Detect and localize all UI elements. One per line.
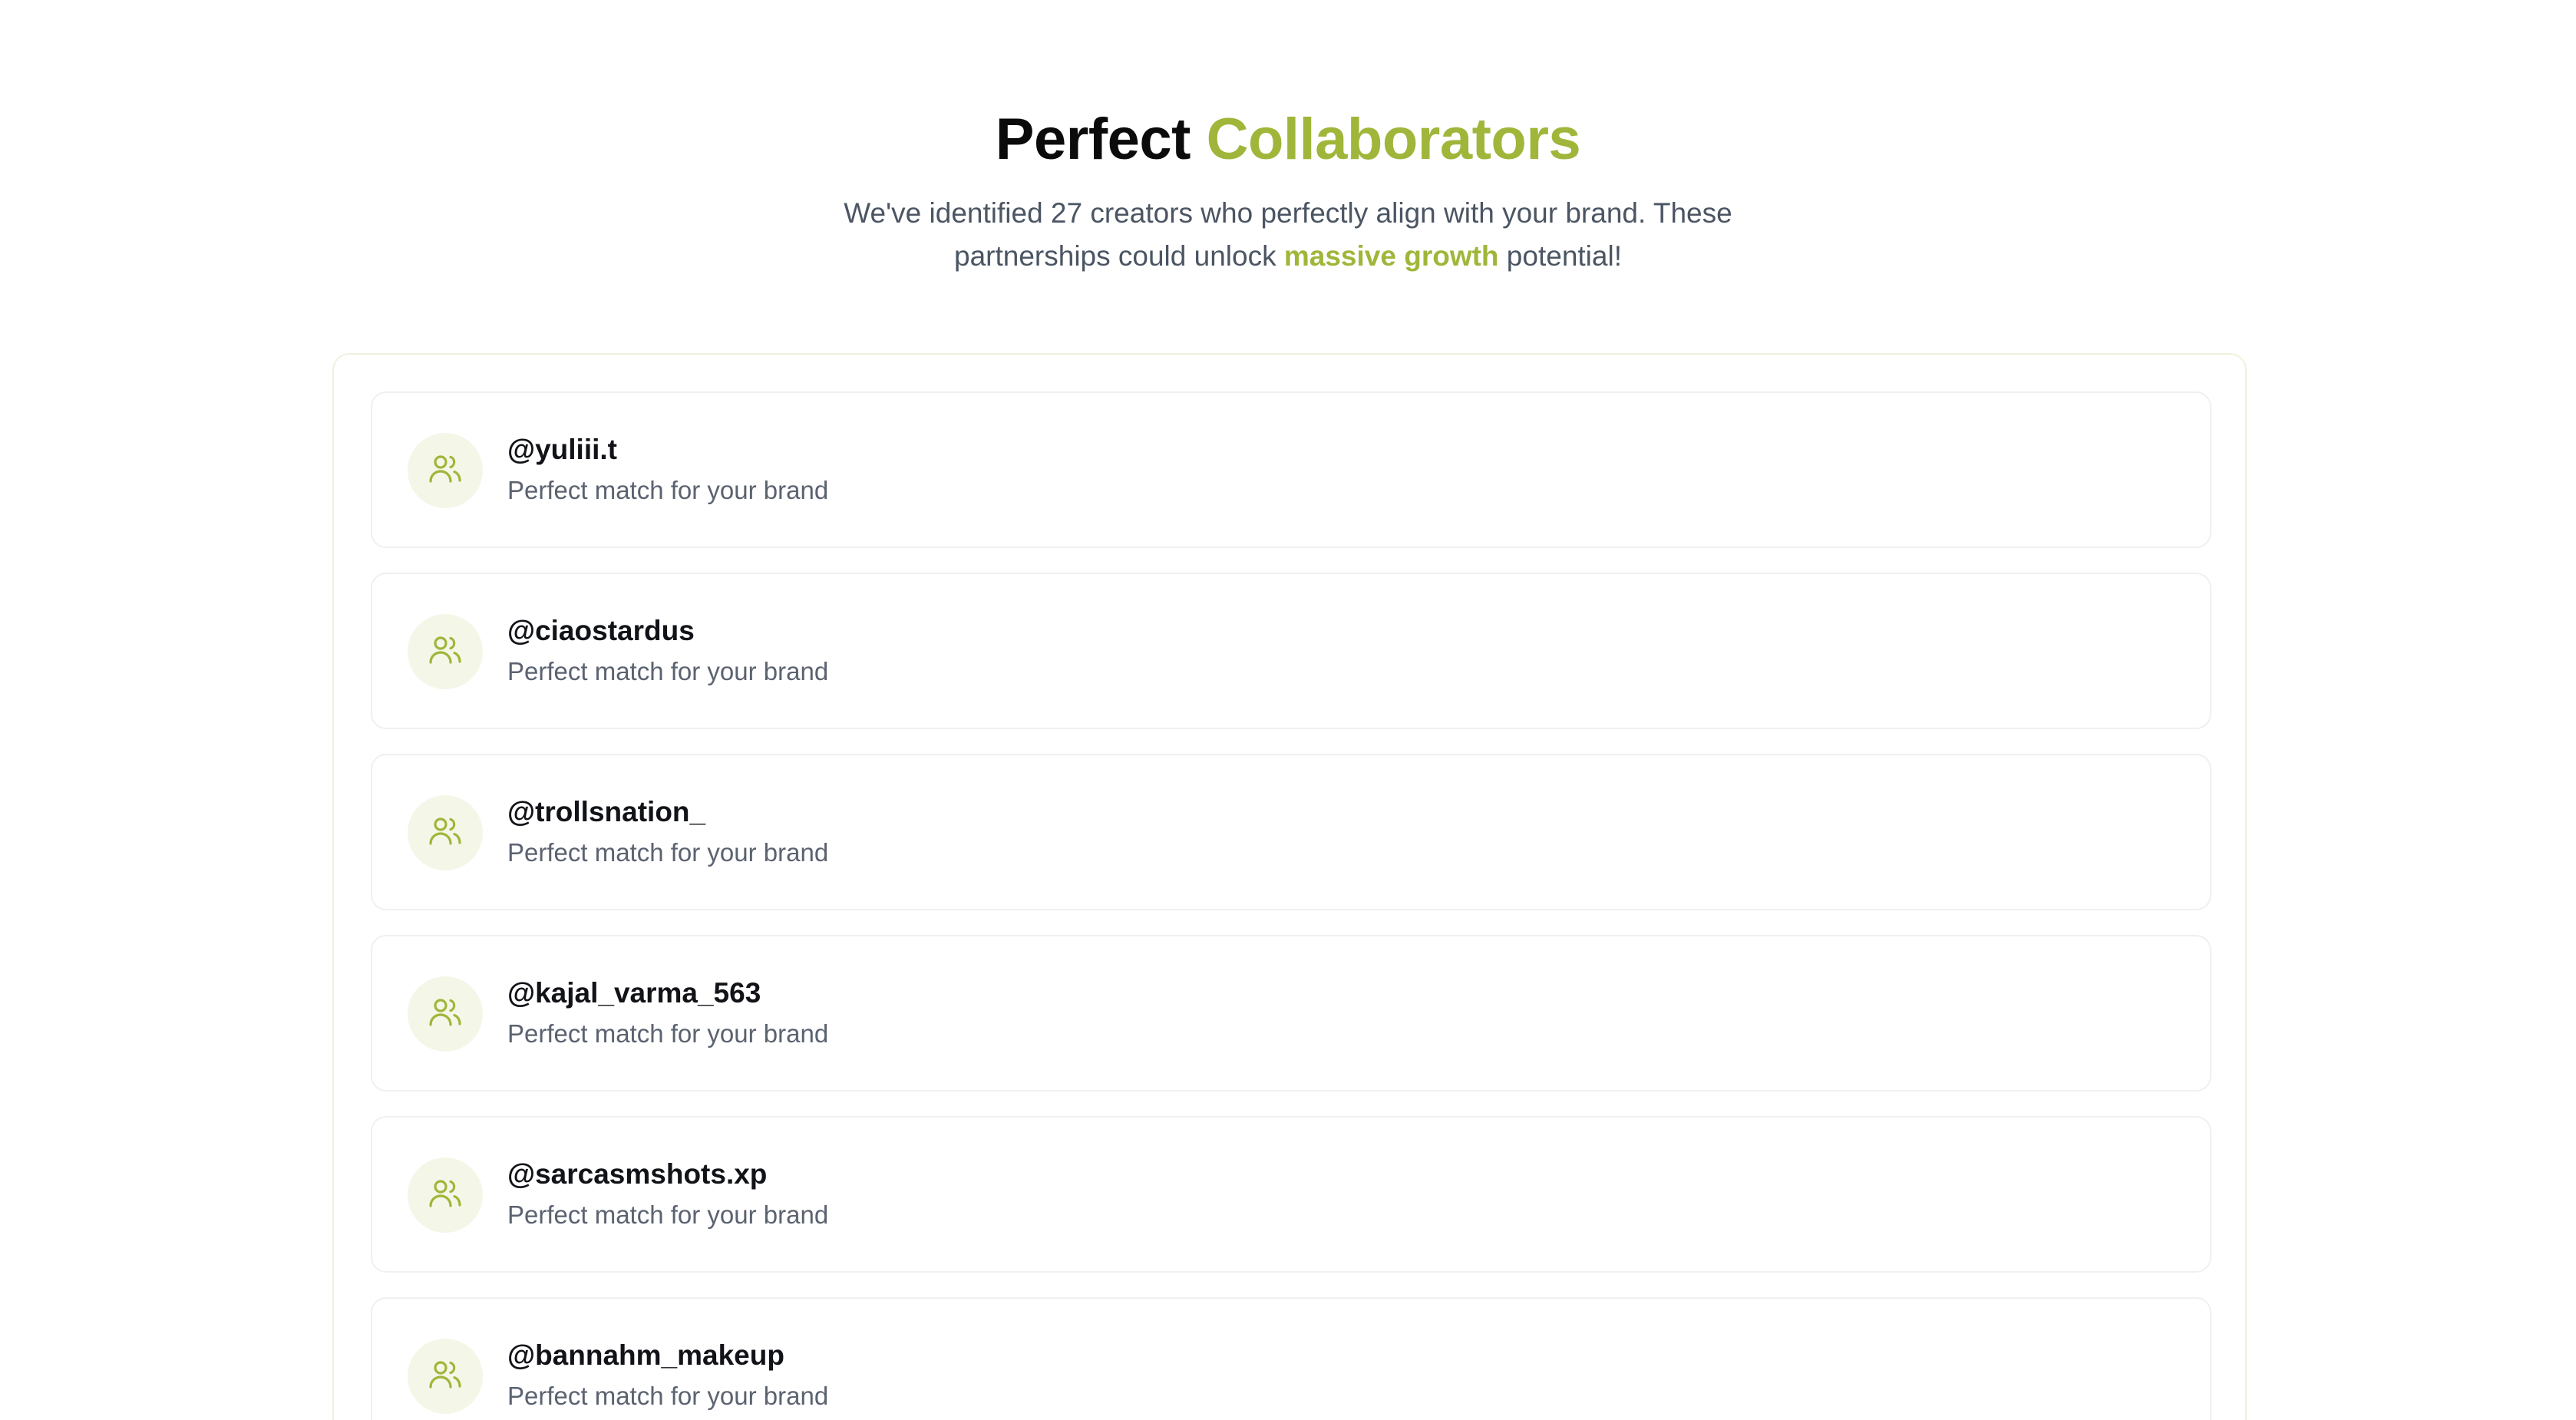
users-icon xyxy=(427,813,464,854)
creator-description: Perfect match for your brand xyxy=(507,1382,829,1410)
avatar xyxy=(408,433,483,508)
creator-handle: @bannahm_makeup xyxy=(507,1339,784,1371)
users-icon xyxy=(427,632,464,672)
subtitle-highlight: massive growth xyxy=(1283,240,1499,272)
creator-card[interactable]: @bannahm_makeup Perfect match for your b… xyxy=(371,1297,2211,1420)
subtitle-end: potential! xyxy=(1498,240,1622,272)
creator-card[interactable]: @kajal_varma_563 Perfect match for your … xyxy=(371,935,2211,1091)
creator-card[interactable]: @yuliii.t Perfect match for your brand xyxy=(371,391,2211,548)
creator-description: Perfect match for your brand xyxy=(507,657,829,685)
collaborators-panel: @yuliii.t Perfect match for your brand @… xyxy=(332,353,2247,1420)
creator-description: Perfect match for your brand xyxy=(507,1200,829,1229)
avatar xyxy=(408,614,483,689)
title-accent: Collaborators xyxy=(1206,107,1581,172)
creator-handle: @kajal_varma_563 xyxy=(507,977,761,1009)
creator-handle: @ciaostardus xyxy=(507,615,695,646)
users-icon xyxy=(427,451,464,491)
creator-handle: @trollsnation_ xyxy=(507,796,706,827)
creator-description: Perfect match for your brand xyxy=(507,838,829,867)
page: Perfect Collaborators We've identified 2… xyxy=(0,0,2576,1420)
creator-handle: @yuliii.t xyxy=(507,434,617,465)
page-title: Perfect Collaborators xyxy=(0,104,2576,175)
users-icon xyxy=(427,994,464,1035)
creator-description: Perfect match for your brand xyxy=(507,1019,829,1048)
creator-card[interactable]: @trollsnation_ Perfect match for your br… xyxy=(371,754,2211,910)
creator-card[interactable]: @ciaostardus Perfect match for your bran… xyxy=(371,573,2211,729)
title-main: Perfect xyxy=(995,107,1191,172)
creator-handle: @sarcasmshots.xp xyxy=(507,1158,768,1190)
creator-card[interactable]: @sarcasmshots.xp Perfect match for your … xyxy=(371,1116,2211,1273)
avatar xyxy=(408,1157,483,1233)
page-subtitle: We've identified 27 creators who perfect… xyxy=(827,192,1749,278)
users-icon xyxy=(427,1356,464,1397)
avatar xyxy=(408,976,483,1052)
creator-description: Perfect match for your brand xyxy=(507,476,829,504)
users-icon xyxy=(427,1175,464,1216)
creator-list: @yuliii.t Perfect match for your brand @… xyxy=(371,391,2211,1420)
avatar xyxy=(408,795,483,870)
avatar xyxy=(408,1339,483,1414)
